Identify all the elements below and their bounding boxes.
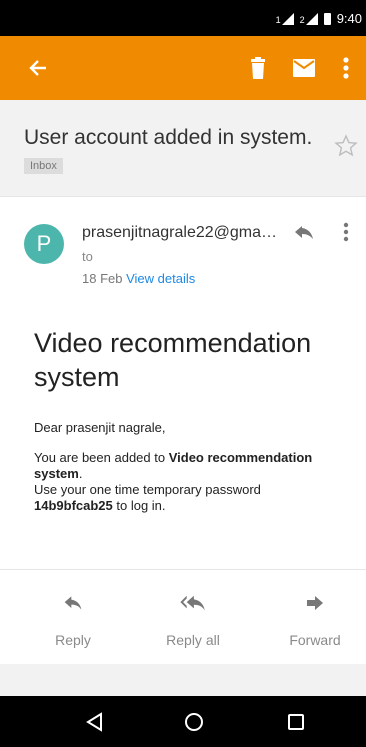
home-circle-icon[interactable]	[180, 708, 208, 736]
sim2-signal-icon: 2	[300, 12, 318, 25]
message-more-icon[interactable]	[336, 220, 356, 244]
temporary-password: 14b9bfcab25	[34, 498, 113, 513]
email-date: 18 Feb	[82, 271, 123, 286]
email-subject: User account added in system.	[24, 126, 313, 149]
star-icon[interactable]	[334, 134, 358, 163]
recipient-to-label: to	[82, 249, 93, 264]
reply-all-button[interactable]: Reply all	[148, 588, 238, 648]
date-line: 18 Feb View details	[82, 271, 195, 286]
clock: 9:40	[336, 11, 362, 26]
sim1-signal-icon: 1	[276, 12, 294, 25]
body-paragraph: You are been added to Video recommendati…	[34, 450, 313, 513]
sender-avatar[interactable]: P	[24, 224, 64, 264]
subject-header: User account added in system. Inbox	[0, 100, 366, 196]
back-triangle-icon[interactable]	[80, 708, 108, 736]
view-details-link[interactable]: View details	[126, 271, 195, 286]
delete-icon[interactable]	[242, 52, 274, 84]
email-body: Dear prasenjit nagrale, You are been add…	[34, 420, 334, 514]
divider	[0, 196, 366, 197]
sender-address[interactable]: prasenjitnagrale22@gma…	[82, 224, 277, 242]
back-arrow-icon[interactable]	[22, 52, 54, 84]
bottom-spacer	[0, 664, 366, 696]
forward-button[interactable]: Forward	[270, 588, 360, 648]
reply-icon	[28, 588, 118, 618]
reply-button[interactable]: Reply	[28, 588, 118, 648]
status-bar: 1 2 9:40	[0, 0, 366, 36]
greeting: Dear prasenjit nagrale,	[34, 420, 166, 435]
inbox-label-chip[interactable]: Inbox	[24, 158, 63, 174]
battery-icon	[323, 12, 331, 25]
app-bar	[0, 36, 366, 100]
email-body-title: Video recommendation system	[34, 328, 312, 392]
reply-icon[interactable]	[292, 220, 316, 244]
system-nav-bar	[0, 696, 366, 747]
reply-all-icon	[148, 588, 238, 618]
reply-all-label: Reply all	[166, 632, 220, 648]
forward-label: Forward	[289, 632, 341, 648]
reply-label: Reply	[55, 632, 91, 648]
forward-icon	[270, 588, 360, 618]
mark-unread-mail-icon[interactable]	[288, 52, 320, 84]
more-options-icon[interactable]	[330, 52, 362, 84]
recents-square-icon[interactable]	[282, 708, 310, 736]
actions-divider	[0, 569, 366, 570]
